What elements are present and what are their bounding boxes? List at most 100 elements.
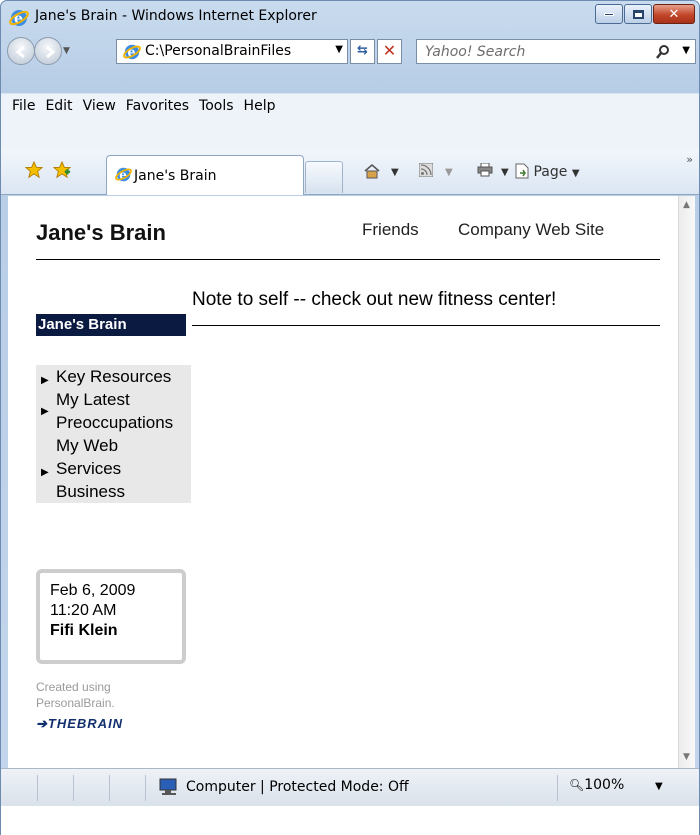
- logo-text: THEBRAIN: [47, 716, 124, 731]
- thebrain-logo[interactable]: ➔THEBRAIN: [36, 716, 123, 732]
- author-name: Fifi Klein: [50, 622, 118, 639]
- security-zone-text[interactable]: Computer | Protected Mode: Off: [186, 779, 409, 795]
- home-icon[interactable]: [363, 163, 381, 183]
- search-box[interactable]: Yahoo! Search ▼: [416, 39, 696, 64]
- feeds-icon[interactable]: [418, 162, 434, 181]
- list-item-my-latest-preoccupations[interactable]: ▶ My Latest Preoccupations: [36, 388, 191, 434]
- list-item-label: Preoccupations: [56, 413, 174, 432]
- note-text: Note to self -- check out new fitness ce…: [192, 289, 557, 310]
- tab-ie-icon: e: [115, 166, 132, 187]
- page-menu-button[interactable]: Page ▼: [515, 163, 580, 180]
- zoom-value: 100%: [584, 777, 625, 793]
- created-using-text: Created using PersonalBrain.: [36, 679, 115, 711]
- address-bar[interactable]: e C:\PersonalBrainFiles ▼: [116, 39, 348, 64]
- status-divider: [109, 775, 110, 801]
- toolbar-spacer: [1, 119, 699, 149]
- more-commands-icon[interactable]: »: [686, 153, 693, 166]
- menu-bar: File Edit View Favorites Tools Help: [1, 93, 699, 119]
- list-item-label: My Latest: [56, 390, 130, 409]
- date-text: Feb 6, 2009: [50, 582, 136, 599]
- list-item-label: My Web: [56, 436, 119, 455]
- maximize-icon: [632, 9, 644, 19]
- tab-label: Jane's Brain: [134, 168, 217, 184]
- minimize-button[interactable]: [595, 4, 623, 24]
- stop-button[interactable]: ✕: [377, 39, 402, 64]
- menu-help[interactable]: Help: [239, 94, 281, 119]
- favorites-star-icon[interactable]: [24, 160, 44, 183]
- search-input[interactable]: Yahoo! Search: [425, 44, 525, 60]
- note-divider: [192, 325, 660, 326]
- status-divider: [145, 775, 146, 801]
- tab-janes-brain[interactable]: e Jane's Brain: [106, 155, 304, 195]
- title-bar: e Jane's Brain - Windows Internet Explor…: [1, 1, 699, 33]
- back-arrow-icon: [15, 45, 25, 59]
- status-bar: Computer | Protected Mode: Off 🔍︎100% ▼: [1, 768, 699, 806]
- computer-icon: [158, 778, 180, 800]
- internet-explorer-icon: e: [9, 8, 29, 28]
- add-favorites-icon[interactable]: [52, 160, 72, 183]
- refresh-button[interactable]: ⇆: [350, 39, 375, 64]
- status-divider: [557, 775, 558, 801]
- menu-tools[interactable]: Tools: [194, 94, 239, 119]
- list-item-label: Key Resources: [56, 367, 172, 386]
- active-thought-label[interactable]: Jane's Brain: [36, 314, 186, 336]
- refresh-icon: ⇆: [357, 43, 368, 58]
- maximize-button[interactable]: [624, 4, 652, 24]
- friends-link[interactable]: Friends: [362, 220, 419, 240]
- time-text: 11:20 AM: [50, 602, 117, 619]
- minimize-icon: [604, 12, 614, 16]
- print-icon[interactable]: [477, 162, 493, 181]
- address-dropdown-icon[interactable]: ▼: [335, 44, 343, 55]
- search-dropdown-icon[interactable]: ▼: [682, 45, 690, 56]
- print-dropdown-icon[interactable]: ▼: [501, 167, 509, 178]
- expand-arrow-icon: ▶: [41, 406, 49, 417]
- close-button[interactable]: ✕: [653, 4, 695, 24]
- new-tab-button[interactable]: [305, 161, 343, 193]
- browser-window: e Jane's Brain - Windows Internet Explor…: [0, 0, 700, 835]
- info-box: Feb 6, 2009 11:20 AM Fifi Klein: [36, 569, 186, 664]
- page-title: Jane's Brain: [36, 220, 166, 245]
- company-web-site-link[interactable]: Company Web Site: [458, 220, 604, 240]
- scroll-down-icon[interactable]: ▼: [683, 752, 690, 762]
- menu-file[interactable]: File: [7, 94, 40, 119]
- zoom-icon: 🔍︎: [569, 778, 585, 792]
- page-dropdown-icon: ▼: [571, 168, 580, 179]
- list-item-my-web-services-business[interactable]: ▶ My Web Services Business: [36, 434, 191, 503]
- navigation-bar: ▼ e C:\PersonalBrainFiles ▼ ⇆ ✕ Yahoo! S…: [1, 37, 699, 67]
- list-item-label: Business: [56, 482, 125, 501]
- thought-list: ▶ Key Resources ▶ My Latest Preoccupatio…: [36, 365, 191, 503]
- window-title: Jane's Brain - Windows Internet Explorer: [35, 8, 317, 24]
- forward-arrow-icon: [46, 45, 56, 59]
- page-viewport: Jane's Brain Friends Company Web Site No…: [8, 196, 678, 768]
- menu-favorites[interactable]: Favorites: [121, 94, 194, 119]
- created-line-1: Created using: [36, 680, 111, 694]
- list-item-label: Services: [56, 459, 122, 478]
- menu-view[interactable]: View: [78, 94, 121, 119]
- feeds-dropdown-icon[interactable]: ▼: [445, 167, 453, 178]
- zoom-dropdown-icon[interactable]: ▼: [655, 781, 663, 792]
- status-divider: [37, 775, 38, 801]
- vertical-scrollbar[interactable]: ▲ ▼: [678, 196, 695, 768]
- tab-bar: e Jane's Brain ▼ ▼ ▼ Page ▼ »: [1, 149, 699, 195]
- recent-pages-dropdown-icon[interactable]: ▼: [63, 46, 70, 56]
- page-menu-label: Page: [533, 164, 568, 180]
- zoom-level[interactable]: 🔍︎100%: [569, 777, 624, 793]
- scroll-up-icon[interactable]: ▲: [683, 200, 690, 210]
- forward-button[interactable]: [34, 37, 62, 65]
- back-button[interactable]: [7, 37, 35, 65]
- expand-arrow-icon: ▶: [41, 467, 49, 478]
- header-divider: [36, 259, 660, 260]
- created-line-2[interactable]: PersonalBrain.: [36, 695, 115, 711]
- close-icon: ✕: [668, 6, 680, 22]
- window-bottom-frame: [1, 806, 699, 835]
- menu-edit[interactable]: Edit: [40, 94, 77, 119]
- home-dropdown-icon[interactable]: ▼: [391, 167, 399, 178]
- address-text: C:\PersonalBrainFiles: [145, 43, 292, 59]
- page-icon: [515, 163, 529, 179]
- search-icon[interactable]: [655, 44, 671, 64]
- status-divider: [73, 775, 74, 801]
- list-item-key-resources[interactable]: ▶ Key Resources: [36, 365, 191, 388]
- page-ie-icon: e: [123, 43, 141, 65]
- stop-icon: ✕: [382, 41, 397, 60]
- logo-arrow-icon: ➔: [36, 716, 48, 731]
